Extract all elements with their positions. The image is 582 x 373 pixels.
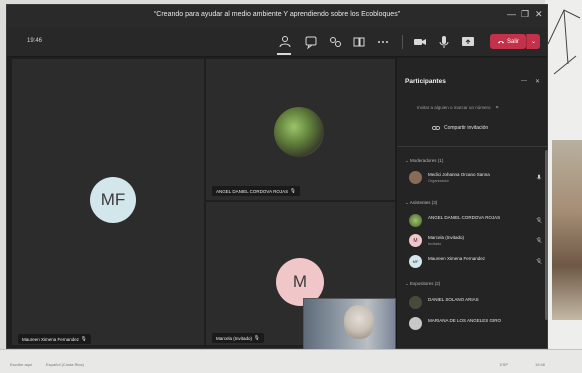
avatar-initials: M [413, 237, 418, 244]
avatar-initials: MF [100, 190, 126, 209]
mic-muted-icon [536, 217, 542, 224]
participants-icon[interactable] [277, 34, 293, 50]
chevron-down-icon: ⌄ [405, 158, 409, 163]
window-title: “Creando para ayudar al medio ambiente Y… [153, 11, 401, 18]
teams-meeting-window: “Creando para ayudar al medio ambiente Y… [6, 4, 548, 350]
section-heading-text: Expositores (2) [410, 281, 441, 286]
participant-name: ANGEL DANIEL CORDOVA ROJAS [216, 188, 289, 194]
participant-name: DANIEL SOLANO ARIAS [428, 297, 479, 302]
participant-avatar [409, 171, 422, 184]
link-icon [432, 126, 440, 130]
taskbar-search[interactable]: Escribe aquí [10, 362, 32, 367]
participant-name: Maureen Ximena Fernandez [22, 336, 80, 342]
participant-name: Marcela (Invitado) [216, 335, 253, 341]
maximize-button[interactable]: ❐ [521, 9, 529, 20]
participant-name: Medici Johanna Orcano Sanna [428, 172, 490, 177]
participant-name: MARIANA DE LOS ANGELES GIRO [428, 318, 502, 323]
tile-name-label: Maureen Ximena Fernandez 🎙 [18, 334, 91, 344]
rooms-icon[interactable] [351, 34, 367, 50]
participant-avatar [409, 296, 422, 309]
participant-row[interactable]: DANIEL SOLANO ARIAS [405, 295, 545, 311]
leave-button[interactable]: Salir [490, 34, 526, 49]
title-bar: “Creando para ayudar al medio ambiente Y… [7, 5, 547, 27]
share-invite-button[interactable]: Compartir invitación [432, 125, 488, 131]
tile-name-label: ANGEL DANIEL CORDOVA ROJAS 🎙 [212, 186, 300, 196]
panel-divider [397, 146, 547, 147]
participant-avatar [409, 214, 422, 227]
invite-input[interactable]: Invitar a alguien o marcar un número ⌗ [417, 105, 542, 110]
minimize-button[interactable]: — [507, 9, 516, 19]
panel-close-button[interactable]: ✕ [535, 78, 540, 85]
taskbar-input-indicator[interactable]: ESP [500, 362, 508, 367]
self-video-person [344, 305, 374, 339]
chevron-down-icon: ⌄ [405, 200, 409, 205]
chevron-down-icon: ⌄ [405, 281, 409, 286]
video-tile-angel[interactable]: ANGEL DANIEL CORDOVA ROJAS 🎙 [206, 59, 395, 200]
participant-name: ANGEL DANIEL CORDOVA ROJAS [428, 215, 501, 220]
section-heading-text: Moderadores (1) [410, 158, 444, 163]
mic-muted-icon: 🎙 [81, 336, 87, 341]
leave-dropdown-button[interactable]: ⌄ [526, 34, 540, 49]
meeting-toolbar: 19:46 Salir ⌄ [7, 27, 547, 57]
chat-icon[interactable] [303, 34, 319, 50]
toolbar-separator [402, 35, 403, 49]
avatar-initials: MF [412, 259, 419, 264]
mic-muted-icon [536, 258, 542, 265]
more-options-icon[interactable] [375, 34, 391, 50]
video-tile-maureen[interactable]: MF Maureen Ximena Fernandez 🎙 [12, 59, 204, 345]
mic-muted-icon [536, 237, 542, 244]
taskbar-language[interactable]: Español (Costa Rica) [46, 362, 84, 367]
participant-avatar: MF [409, 255, 422, 268]
participant-role: Organizador [428, 179, 449, 183]
section-heading[interactable]: ⌄ Asistentes (3) [405, 200, 437, 206]
participant-role: Invitado [428, 242, 442, 246]
participant-row[interactable]: Medici Johanna Orcano Sanna Organizador [405, 170, 545, 186]
camera-icon[interactable] [412, 34, 428, 50]
mic-muted-icon: 🎙 [254, 335, 260, 340]
participant-row[interactable]: MF Maureen Ximena Fernandez [405, 254, 545, 270]
leave-label: Salir [506, 38, 519, 45]
section-heading-text: Asistentes (3) [409, 200, 438, 205]
dial-pad-icon: ⌗ [495, 105, 499, 110]
participant-avatar: M [409, 234, 422, 247]
microphone-icon[interactable] [436, 34, 452, 50]
invite-placeholder: Invitar a alguien o marcar un número [417, 105, 491, 110]
tile-name-label: Marcela (Invitado) 🎙 [212, 333, 264, 343]
panel-title: Participantes [405, 78, 446, 85]
share-invite-label: Compartir invitación [444, 125, 489, 131]
section-heading[interactable]: ⌄ Expositores (2) [405, 281, 440, 287]
participant-row[interactable]: ANGEL DANIEL CORDOVA ROJAS [405, 213, 545, 229]
participant-avatar [409, 317, 422, 330]
phone-icon [497, 40, 504, 43]
close-button[interactable]: ✕ [535, 9, 543, 20]
microphone-icon [536, 174, 542, 180]
section-heading[interactable]: ⌄ Moderadores (1) [405, 158, 443, 164]
panel-minimize-button[interactable]: — [521, 78, 527, 84]
background-photo [552, 140, 582, 320]
taskbar: Escribe aquí Español (Costa Rica) ESP 19… [0, 349, 582, 373]
avatar-photo [274, 107, 324, 157]
participants-panel: Participantes — ✕ Invitar a alguien o ma… [396, 58, 547, 348]
participant-row[interactable]: M Marcela (Invitado) Invitado [405, 233, 545, 249]
participant-row[interactable]: MARIANA DE LOS ANGELES GIRO [405, 316, 545, 332]
participant-name: Marcela (Invitado) [428, 235, 465, 240]
active-tab-indicator [277, 53, 291, 55]
self-video-preview[interactable] [303, 298, 396, 350]
participant-name: Maureen Ximena Fernandez [428, 256, 486, 261]
avatar-mf: MF [90, 177, 136, 223]
taskbar-clock[interactable]: 19:46 [535, 362, 545, 367]
avatar-initials: M [292, 272, 308, 291]
mic-muted-icon: 🎙 [290, 188, 296, 193]
reactions-icon[interactable] [327, 34, 343, 50]
background-sketch [547, 9, 581, 75]
panel-scrollbar[interactable] [545, 150, 548, 320]
share-screen-icon[interactable] [460, 34, 476, 50]
meeting-timer: 19:46 [27, 38, 43, 44]
desktop: “Creando para ayudar al medio ambiente Y… [0, 0, 582, 373]
